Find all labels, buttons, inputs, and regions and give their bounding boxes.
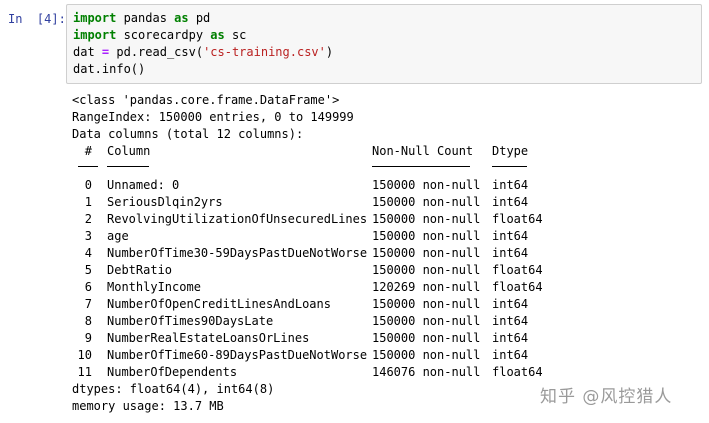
row-dtype: float64 (492, 263, 543, 277)
row-non-null-count: 150000 non-null (372, 195, 481, 209)
row-index: 1 (84, 195, 92, 209)
row-column-name: SeriousDlqin2yrs (107, 195, 223, 209)
row-dtype: float64 (492, 365, 543, 379)
info-table-body: 0 Unnamed: 0 150000 non-null int64 1 SeriousD… (72, 177, 692, 381)
row-non-null-count: 150000 non-null (372, 331, 481, 345)
row-non-null-count: 120269 non-null (372, 280, 481, 294)
keyword: import (73, 28, 117, 42)
underline-index (78, 166, 98, 167)
table-row: 1 SeriousDlqin2yrs 150000 non-null int64 (72, 194, 692, 211)
row-index: 10 (77, 348, 92, 362)
row-non-null-count: 150000 non-null (372, 297, 481, 311)
keyword: import (73, 11, 117, 25)
table-row: 11 NumberOfDependents 146076 non-null float… (72, 364, 692, 381)
string-literal: 'cs-training.csv' (203, 45, 326, 59)
row-dtype: int64 (492, 331, 529, 345)
header-dtype: Dtype (492, 144, 529, 158)
table-row: 4 NumberOfTime30-59DaysPastDueNotWorse 150… (72, 245, 692, 262)
row-index: 2 (84, 212, 92, 226)
keyword: as (174, 11, 189, 25)
module-name: scorecardpy (116, 28, 211, 42)
header-non-null: Non-Null Count (372, 144, 474, 158)
info-table-header: # Column Non-Null Count Dtype (72, 143, 692, 160)
code-line-2: import scorecardpy as sc (73, 27, 701, 44)
row-column-name: NumberOfTime60-89DaysPastDueNotWorse (107, 348, 368, 362)
row-dtype: float64 (492, 212, 543, 226)
underline-non-null (372, 166, 470, 167)
row-non-null-count: 150000 non-null (372, 348, 481, 362)
row-dtype: int64 (492, 348, 529, 362)
row-column-name: NumberRealEstateLoansOrLines (107, 331, 310, 345)
module-name: pandas (116, 11, 175, 25)
cell-output: <class 'pandas.core.frame.DataFrame'> Ra… (72, 92, 692, 415)
code-cell-input[interactable]: import pandas as pd import scorecardpy a… (66, 4, 702, 84)
table-row: 8 NumberOfTimes90DaysLate 150000 non-null i… (72, 313, 692, 330)
row-index: 0 (84, 178, 92, 192)
output-class-line: <class 'pandas.core.frame.DataFrame'> (72, 93, 340, 107)
alias-name: sc (224, 28, 247, 42)
row-dtype: int64 (492, 195, 529, 209)
row-index: 3 (84, 229, 92, 243)
code-line-3: dat = pd.read_csv('cs-training.csv') (73, 44, 701, 61)
alias-name: pd (188, 11, 211, 25)
output-data-columns: Data columns (total 12 columns): (72, 127, 304, 141)
header-column: Column (107, 144, 151, 158)
header-index: # (84, 144, 92, 158)
row-column-name: MonthlyIncome (107, 280, 201, 294)
row-non-null-count: 146076 non-null (372, 365, 481, 379)
row-index: 8 (84, 314, 92, 328)
watermark: 知乎 @风控猎人 (540, 387, 673, 407)
code-line-1: import pandas as pd (73, 10, 701, 27)
underline-dtype (492, 166, 527, 167)
table-row: 7 NumberOfOpenCreditLinesAndLoans 150000 n… (72, 296, 692, 313)
row-non-null-count: 150000 non-null (372, 246, 481, 260)
row-index: 4 (84, 246, 92, 260)
variable-name: dat (73, 45, 102, 59)
table-row: 9 NumberRealEstateLoansOrLines 150000 non-… (72, 330, 692, 347)
row-dtype: float64 (492, 280, 543, 294)
close-paren: ) (325, 45, 334, 59)
row-dtype: int64 (492, 178, 529, 192)
row-non-null-count: 150000 non-null (372, 263, 481, 277)
table-row: 6 MonthlyIncome 120269 non-null float64 (72, 279, 692, 296)
row-index: 11 (77, 365, 92, 379)
row-non-null-count: 150000 non-null (372, 212, 481, 226)
row-index: 6 (84, 280, 92, 294)
function-call: pd.read_csv( (109, 45, 204, 59)
row-non-null-count: 150000 non-null (372, 314, 481, 328)
row-column-name: age (107, 229, 129, 243)
underline-column (107, 166, 149, 167)
row-column-name: RevolvingUtilizationOfUnsecuredLines (107, 212, 368, 226)
row-dtype: int64 (492, 229, 529, 243)
row-column-name: NumberOfDependents (107, 365, 238, 379)
row-column-name: Unnamed: 0 (107, 178, 180, 192)
keyword: as (210, 28, 225, 42)
row-column-name: DebtRatio (107, 263, 173, 277)
row-dtype: int64 (492, 314, 529, 328)
table-row: 0 Unnamed: 0 150000 non-null int64 (72, 177, 692, 194)
row-dtype: int64 (492, 297, 529, 311)
cell-prompt: In [4]: (8, 12, 66, 26)
row-index: 9 (84, 331, 92, 345)
row-index: 5 (84, 263, 92, 277)
row-column-name: NumberOfTimes90DaysLate (107, 314, 274, 328)
row-column-name: NumberOfTime30-59DaysPastDueNotWorse (107, 246, 368, 260)
row-non-null-count: 150000 non-null (372, 229, 481, 243)
header-underline-row (72, 160, 692, 177)
table-row: 5 DebtRatio 150000 non-null float64 (72, 262, 692, 279)
code-line-4: dat.info() (73, 62, 146, 76)
table-row: 10 NumberOfTime60-89DaysPastDueNotWorse 15… (72, 347, 692, 364)
row-column-name: NumberOfOpenCreditLinesAndLoans (107, 297, 331, 311)
table-row: 3 age 150000 non-null int64 (72, 228, 692, 245)
table-row: 2 RevolvingUtilizationOfUnsecuredLines 150… (72, 211, 692, 228)
row-non-null-count: 150000 non-null (372, 178, 481, 192)
row-index: 7 (84, 297, 92, 311)
output-range-index: RangeIndex: 150000 entries, 0 to 149999 (72, 110, 354, 124)
row-dtype: int64 (492, 246, 529, 260)
